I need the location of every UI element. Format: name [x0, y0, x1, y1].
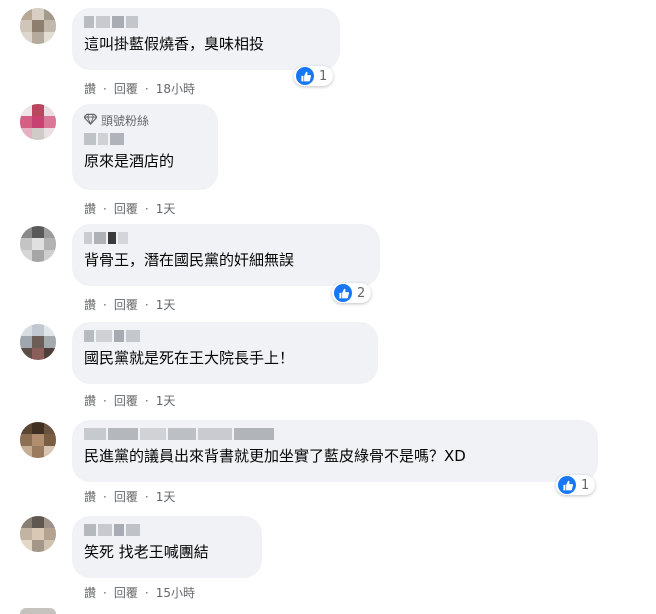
separator: ·: [103, 585, 107, 600]
separator: ·: [144, 297, 149, 312]
timestamp-link[interactable]: 1天: [156, 392, 176, 409]
separator: ·: [144, 81, 149, 96]
separator: ·: [103, 201, 107, 216]
diamond-icon: [83, 113, 98, 128]
author-name-redacted[interactable]: [84, 16, 328, 28]
comment-bubble: 背骨王，潛在國民黨的奸細無誤: [72, 224, 380, 286]
comment-text: 背骨王，潛在國民黨的奸細無誤: [84, 251, 295, 269]
like-link[interactable]: 讚: [84, 392, 96, 409]
reaction-count-value: 2: [357, 285, 366, 301]
author-name-redacted[interactable]: [84, 133, 206, 145]
separator: ·: [103, 489, 107, 504]
separator: ·: [103, 81, 107, 96]
comment-text: 笑死 找老王喊團結: [84, 543, 209, 561]
avatar[interactable]: [20, 104, 56, 140]
reply-link[interactable]: 回覆: [114, 392, 138, 409]
avatar[interactable]: [20, 516, 56, 552]
separator: ·: [144, 393, 149, 408]
separator: ·: [144, 585, 149, 600]
comment-text: 原來是酒店的: [84, 152, 175, 170]
top-fan-badge: 頭號粉絲: [83, 112, 206, 129]
author-name-redacted[interactable]: [84, 428, 586, 440]
timestamp-link[interactable]: 1天: [156, 296, 176, 313]
comment-text: 國民黨就是死在王大院長手上！: [84, 349, 295, 367]
like-link[interactable]: 讚: [84, 488, 96, 505]
comment-bubble: 笑死 找老王喊團結: [72, 516, 262, 578]
timestamp-link[interactable]: 1天: [156, 488, 176, 505]
timestamp-link[interactable]: 15小時: [156, 584, 195, 601]
comment-actions: 讚 · 回覆 · 1天: [84, 392, 175, 409]
comment-text: 這叫掛藍假燒香，臭味相投: [84, 35, 265, 53]
comment-actions: 讚 · 回覆 · 15小時: [84, 584, 195, 601]
separator: ·: [103, 393, 107, 408]
separator: ·: [144, 201, 149, 216]
like-icon: [334, 284, 352, 302]
reaction-count-value: 1: [319, 68, 328, 84]
comment-bubble: 頭號粉絲 原來是酒店的: [72, 104, 218, 190]
separator: ·: [144, 489, 149, 504]
reply-link[interactable]: 回覆: [114, 296, 138, 313]
reaction-count[interactable]: 1: [556, 475, 596, 495]
comment-bubble: 民進黨的議員出來背書就更加坐實了藍皮綠骨不是嗎？XD: [72, 420, 598, 482]
comment-actions: 讚 · 回覆 · 1天: [84, 488, 175, 505]
separator: ·: [103, 297, 107, 312]
timestamp-link[interactable]: 1天: [156, 200, 176, 217]
top-fan-label: 頭號粉絲: [101, 114, 150, 128]
reaction-count[interactable]: 1: [294, 66, 334, 86]
like-link[interactable]: 讚: [84, 584, 96, 601]
comment-text: 民進黨的議員出來背書就更加坐實了藍皮綠骨不是嗎？XD: [84, 447, 466, 465]
reply-link[interactable]: 回覆: [114, 200, 138, 217]
comment-bubble: 國民黨就是死在王大院長手上！: [72, 322, 378, 384]
reaction-count[interactable]: 2: [332, 283, 372, 303]
avatar[interactable]: [20, 422, 56, 458]
like-icon: [558, 476, 576, 494]
comment-actions: 讚 · 回覆 · 18小時: [84, 80, 195, 97]
avatar[interactable]: [20, 324, 56, 360]
comment-bubble: 這叫掛藍假燒香，臭味相投: [72, 8, 340, 70]
reaction-count-value: 1: [581, 477, 590, 493]
reply-link[interactable]: 回覆: [114, 488, 138, 505]
timestamp-link[interactable]: 18小時: [156, 80, 195, 97]
reply-link[interactable]: 回覆: [114, 584, 138, 601]
like-icon: [296, 67, 314, 85]
next-comment-edge: [20, 608, 56, 614]
avatar[interactable]: [20, 8, 56, 44]
reply-link[interactable]: 回覆: [114, 80, 138, 97]
like-link[interactable]: 讚: [84, 200, 96, 217]
avatar[interactable]: [20, 226, 56, 262]
like-link[interactable]: 讚: [84, 80, 96, 97]
like-link[interactable]: 讚: [84, 296, 96, 313]
comment-actions: 讚 · 回覆 · 1天: [84, 200, 175, 217]
author-name-redacted[interactable]: [84, 524, 250, 536]
author-name-redacted[interactable]: [84, 232, 368, 244]
comment-actions: 讚 · 回覆 · 1天: [84, 296, 175, 313]
author-name-redacted[interactable]: [84, 330, 366, 342]
